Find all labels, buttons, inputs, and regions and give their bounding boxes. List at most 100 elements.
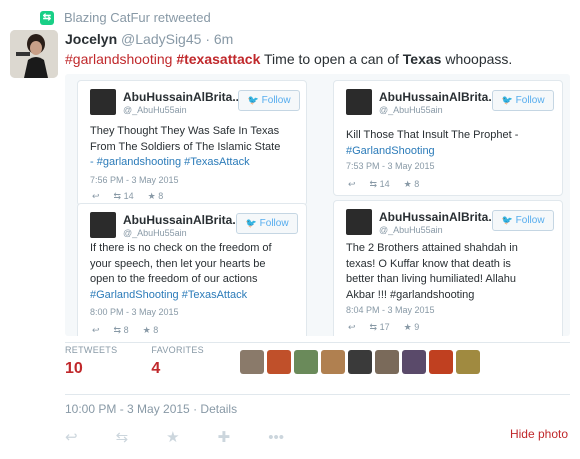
card-name: AbuHussainAlBrita...: [123, 90, 243, 104]
card-handle: @_AbuHu55ain: [123, 105, 187, 115]
follow-person-icon[interactable]: ✚: [218, 428, 231, 446]
embedded-photo[interactable]: AbuHussainAlBrita... @_AbuHu55ain 🐦 Follo…: [65, 74, 570, 336]
tweet-timestamp[interactable]: 10:00 PM - 3 May 2015 · Details: [65, 402, 237, 416]
card-time: 7:53 PM - 3 May 2015: [346, 161, 435, 171]
follow-button: 🐦 Follow: [238, 90, 300, 111]
retweet-count: 17: [379, 322, 390, 332]
favorite-count: 8: [414, 179, 420, 189]
tweet-text-bold: Texas: [402, 51, 442, 67]
card-actions: ↩ ⇆ 8 ★ 8: [92, 325, 158, 336]
card-name: AbuHussainAlBrita...: [123, 213, 243, 227]
card-avatar: [90, 89, 116, 115]
retweet-icon: ⇆: [369, 322, 378, 332]
retweets-stat[interactable]: RETWEETS 10: [65, 345, 117, 378]
embedded-tweet-card: AbuHussainAlBrita... @_AbuHu55ain 🐦 Follo…: [77, 203, 307, 336]
timestamp-divider: [65, 394, 570, 395]
twitter-bird-icon: 🐦: [245, 218, 257, 228]
card-favorite-count: ★ 9: [404, 322, 420, 333]
follow-button: 🐦 Follow: [492, 210, 554, 231]
retweet-count: 14: [123, 191, 134, 201]
embedded-tweet-card: AbuHussainAlBrita... @_AbuHu55ain 🐦 Follo…: [333, 80, 563, 196]
favoriter-avatar[interactable]: [375, 350, 399, 374]
reply-icon: ↩: [92, 325, 100, 335]
card-text-line: - #garlandshooting #TexasAttack: [90, 156, 250, 168]
card-handle: @_AbuHu55ain: [379, 225, 443, 235]
tweet-text-segment: Time to open a can of: [260, 51, 403, 67]
tweet-header: Jocelyn @LadySig45 · 6m: [65, 31, 233, 47]
author-handle[interactable]: @LadySig45: [121, 31, 201, 47]
card-retweet-count: ⇆ 14: [114, 191, 134, 202]
avatar[interactable]: [10, 30, 58, 78]
card-actions: ↩ ⇆ 14 ★ 8: [92, 191, 163, 202]
star-icon: ★: [147, 191, 156, 201]
favoriter-avatar[interactable]: [456, 350, 480, 374]
tweet-stats: RETWEETS 10 FAVORITES 4: [65, 345, 238, 378]
card-text-line: better than living humiliated! Allahu: [346, 273, 516, 285]
reply-icon: ↩: [348, 322, 356, 332]
favoriter-avatar[interactable]: [402, 350, 426, 374]
favoriter-avatar[interactable]: [267, 350, 291, 374]
tweet-text: #garlandshooting #texasattack Time to op…: [65, 51, 512, 67]
card-text-line: texas! O Kuffar know that death is: [346, 257, 511, 270]
avatar-image: [10, 30, 58, 78]
card-text-line: #GarlandShooting: [346, 144, 435, 157]
more-options-icon[interactable]: •••: [268, 429, 284, 446]
follow-button: 🐦 Follow: [492, 90, 554, 111]
follow-label: Follow: [515, 215, 545, 226]
card-avatar: [346, 89, 372, 115]
retweeted-by-text[interactable]: Blazing CatFur retweeted: [64, 10, 211, 25]
retweet-count: 14: [379, 179, 390, 189]
favoriter-avatar[interactable]: [240, 350, 264, 374]
stats-divider: [65, 342, 570, 343]
reply-icon[interactable]: ↩: [65, 428, 78, 446]
retweet-icon: ⇆: [113, 325, 122, 335]
follow-button: 🐦 Follow: [236, 213, 298, 234]
tweet-time[interactable]: · 6m: [205, 31, 233, 47]
retweet-icon[interactable]: ⇆: [116, 428, 129, 446]
card-text-line-content: Akbar !!! #garlandshooting: [346, 288, 475, 301]
card-text: Kill Those That Insult The Prophet - #Ga…: [346, 128, 518, 159]
star-icon: ★: [142, 325, 151, 335]
card-text-line: open to the freedom of our actions: [90, 273, 258, 285]
favoriter-avatar[interactable]: [348, 350, 372, 374]
star-icon: ★: [403, 179, 412, 189]
card-time: 7:56 PM - 3 May 2015: [90, 175, 179, 185]
card-handle: @_AbuHu55ain: [379, 105, 443, 115]
card-text-line: #GarlandShooting #TexasAttack: [90, 288, 248, 301]
retweet-context: ⇆ Blazing CatFur retweeted: [40, 10, 211, 25]
card-text-line: Akbar !!! #garlandshooting: [346, 288, 518, 304]
retweets-label: RETWEETS: [65, 345, 118, 355]
card-retweet-count: ⇆ 8: [114, 325, 129, 336]
card-favorite-count: ★ 8: [143, 325, 159, 336]
favorites-stat[interactable]: FAVORITES 4: [151, 345, 204, 378]
card-text-line: They Thought They Was Safe In Texas: [90, 125, 280, 137]
retweets-count: 10: [65, 360, 83, 377]
card-favorite-count: ★ 8: [148, 191, 164, 202]
author-name[interactable]: Jocelyn: [65, 31, 117, 47]
card-time: 8:04 PM - 3 May 2015: [346, 305, 435, 315]
favorite-count: 8: [158, 191, 164, 201]
hide-photo-link[interactable]: Hide photo: [510, 427, 568, 441]
favoriter-avatar[interactable]: [321, 350, 345, 374]
favoriter-avatar[interactable]: [294, 350, 318, 374]
follow-label: Follow: [261, 95, 291, 106]
retweet-count: 8: [123, 325, 129, 335]
favorites-count: 4: [151, 360, 161, 377]
card-actions: ↩ ⇆ 17 ★ 9: [348, 322, 419, 333]
favorite-star-icon[interactable]: ★: [166, 428, 179, 446]
card-name: AbuHussainAlBrita...: [379, 210, 499, 224]
embedded-tweet-card: AbuHussainAlBrita... @_AbuHu55ain 🐦 Follo…: [333, 200, 563, 336]
embedded-tweet-card: AbuHussainAlBrita... @_AbuHu55ain 🐦 Follo…: [77, 80, 307, 206]
twitter-bird-icon: 🐦: [247, 95, 259, 105]
hashtag-link[interactable]: #garlandshooting: [65, 51, 172, 67]
tweet-text-segment: whoopass.: [441, 51, 513, 67]
twitter-bird-icon: 🐦: [501, 95, 513, 105]
reply-icon: ↩: [92, 191, 100, 201]
card-avatar: [346, 209, 372, 235]
card-favorite-count: ★ 8: [404, 179, 420, 190]
hashtag-link[interactable]: #texasattack: [176, 51, 260, 67]
card-text: If there is no check on the freedom of y…: [90, 241, 272, 303]
card-handle: @_AbuHu55ain: [123, 228, 187, 238]
favoriter-avatar[interactable]: [429, 350, 453, 374]
card-text: The 2 Brothers attained shahdah in texas…: [346, 241, 518, 303]
